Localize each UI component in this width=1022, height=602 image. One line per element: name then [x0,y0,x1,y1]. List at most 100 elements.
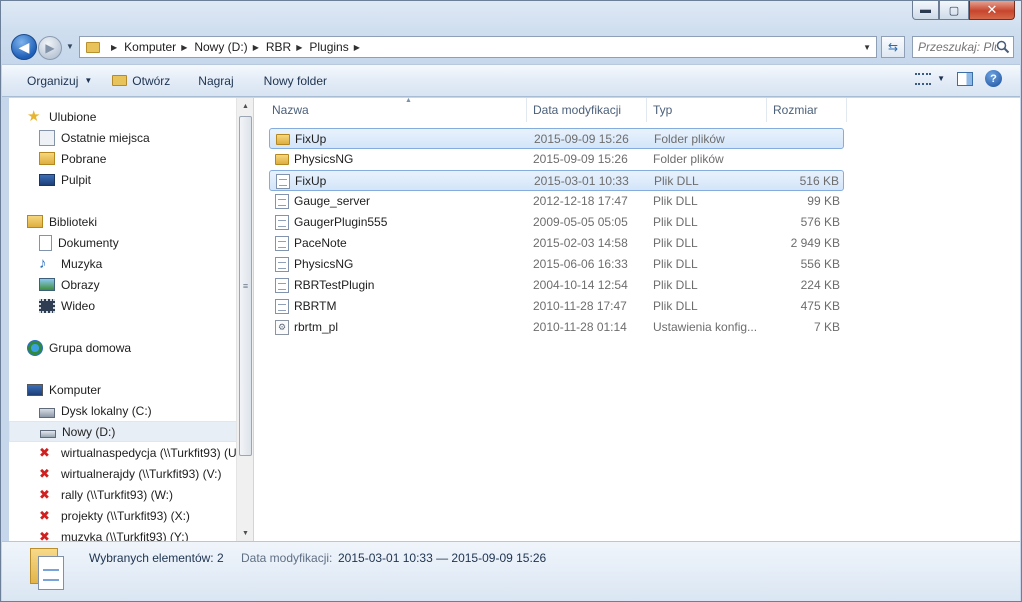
nav-desktop[interactable]: Pulpit [39,169,252,190]
file-date: 2015-09-09 15:26 [533,152,628,166]
column-header-name[interactable]: Nazwa ▲ [266,97,527,122]
back-button[interactable]: ◀ [11,34,37,60]
nav-pictures[interactable]: Obrazy [39,274,252,295]
recent-pages-dropdown[interactable]: ▼ [66,42,74,51]
star-icon: ★ [27,107,41,125]
nav-videos[interactable]: Wideo [39,295,252,316]
nav-network-drive-w[interactable]: ✖ rally (\\Turkfit93) (W:) [39,484,252,505]
search-icon [996,40,1010,54]
column-header-type[interactable]: Typ [647,98,767,122]
nav-drive-c[interactable]: Dysk lokalny (C:) [39,400,252,421]
nav-label: Dokumenty [58,235,119,250]
file-row[interactable]: Gauge_server 2012-12-18 17:47 Plik DLL 9… [269,191,844,212]
organize-button[interactable]: Organizuj ▼ [17,69,102,93]
open-label: Otwórz [132,73,171,88]
nav-network-drive-v[interactable]: ✖ wirtualnerajdy (\\Turkfit93) (V:) [39,463,252,484]
file-name: PaceNote [294,236,347,250]
nav-network-drive-u[interactable]: ✖ wirtualnaspedycja (\\Turkfit93) (U: [39,442,252,463]
file-name: GaugerPlugin555 [294,215,388,229]
file-row[interactable]: FixUp 2015-09-09 15:26 Folder plików [269,128,844,149]
videos-icon [39,298,55,313]
nav-documents[interactable]: Dokumenty [39,232,252,253]
breadcrumb-separator-icon[interactable]: ▶ [354,43,360,52]
forward-button[interactable]: ▶ [38,36,62,60]
disconnected-network-drive-icon: ✖ [39,486,50,502]
breadcrumb-label: Nowy (D:) [194,40,248,54]
file-name: RBRTestPlugin [294,278,375,292]
back-arrow-icon: ◀ [18,38,30,55]
nav-favorites[interactable]: ★ Ulubione [27,106,252,127]
file-row[interactable]: GaugerPlugin555 2009-05-05 05:05 Plik DL… [269,212,844,233]
file-type: Folder plików [653,152,724,166]
file-row[interactable]: PaceNote 2015-02-03 14:58 Plik DLL 2 949… [269,233,844,254]
breadcrumb-rbr[interactable]: RBR ▶ [266,40,310,54]
preview-pane-icon[interactable] [957,71,973,86]
nav-label: projekty (\\Turkfit93) (X:) [61,508,190,523]
scroll-down-icon[interactable]: ▼ [237,525,254,541]
breadcrumb-separator-icon[interactable]: ▶ [296,43,302,52]
nav-downloads[interactable]: Pobrane [39,148,252,169]
refresh-button[interactable]: ⇆ [881,36,905,58]
nav-label: Muzyka [61,256,103,271]
address-bar[interactable]: ▶ Komputer ▶ Nowy (D:) ▶ RBR ▶ Plugins ▶… [79,36,877,58]
breadcrumb-separator-icon[interactable]: ▶ [253,43,259,52]
minimize-button[interactable]: ▬ [912,1,939,20]
nav-network-drive-x[interactable]: ✖ projekty (\\Turkfit93) (X:) [39,505,252,526]
file-row[interactable]: RBRTM 2010-11-28 17:47 Plik DLL 475 KB [269,296,844,317]
file-row[interactable]: rbrtm_pl 2010-11-28 01:14 Ustawienia kon… [269,317,844,338]
nav-label: wirtualnerajdy (\\Turkfit93) (V:) [61,466,222,481]
breadcrumb-plugins[interactable]: Plugins ▶ [309,40,367,54]
breadcrumb-separator-icon[interactable]: ▶ [181,43,187,52]
file-size: 475 KB [800,299,840,313]
help-icon[interactable]: ? [985,70,1002,87]
music-icon: ♪ [39,254,47,272]
nav-network-drive-y[interactable]: ✖ muzyka (\\Turkfit93) (Y:) [39,526,252,542]
breadcrumb-computer[interactable]: Komputer ▶ [124,40,194,54]
disconnected-network-drive-icon: ✖ [39,465,50,481]
file-row[interactable]: PhysicsNG 2015-09-09 15:26 Folder plików [269,149,844,170]
file-size: 2 949 KB [790,236,840,250]
file-row[interactable]: RBRTestPlugin 2004-10-14 12:54 Plik DLL … [269,275,844,296]
navigation-scrollbar[interactable]: ▲ ≡ ▼ [236,98,253,541]
column-header-date[interactable]: Data modyfikacji [527,98,647,122]
change-view-icon[interactable] [915,72,932,85]
search-input[interactable] [918,40,998,54]
nav-computer[interactable]: Komputer [27,379,252,400]
search-box[interactable] [912,36,1014,58]
view-options-dropdown[interactable]: ▼ [937,74,945,83]
scroll-up-icon[interactable]: ▲ [237,98,254,114]
file-row[interactable]: PhysicsNG 2015-06-06 16:33 Plik DLL 556 … [269,254,844,275]
file-type: Plik DLL [653,194,698,208]
nav-recent-places[interactable]: Ostatnie miejsca [39,127,252,148]
disconnected-network-drive-icon: ✖ [39,444,50,460]
address-history-dropdown[interactable]: ▼ [863,43,871,52]
breadcrumb-drive-d[interactable]: Nowy (D:) ▶ [194,40,266,54]
nav-homegroup[interactable]: Grupa domowa [27,337,252,358]
dll-file-icon [275,236,289,251]
recent-places-icon [39,129,55,146]
burn-button[interactable]: Nagraj [188,69,243,93]
nav-drive-d[interactable]: Nowy (D:) [9,421,245,442]
close-button[interactable]: ✕ [969,1,1015,20]
scroll-thumb[interactable]: ≡ [239,116,252,456]
details-pane: Wybranych elementów: 2 Data modyfikacji:… [2,541,1020,601]
refresh-icon: ⇆ [887,40,899,54]
nav-music[interactable]: ♪ Muzyka [39,253,252,274]
nav-libraries[interactable]: Biblioteki [27,211,252,232]
burn-label: Nagraj [198,73,234,88]
nav-label: Pobrane [61,151,107,166]
breadcrumb-root-arrow[interactable]: ▶ [106,43,124,52]
nav-label: Obrazy [61,277,100,292]
date-modified-label: Data modyfikacji: [241,551,333,565]
new-folder-button[interactable]: Nowy folder [254,69,337,93]
maximize-button[interactable]: ▢ [939,1,969,20]
file-row[interactable]: FixUp 2015-03-01 10:33 Plik DLL 516 KB [269,170,844,191]
address-row: ◀ ▶ ▼ ▶ Komputer ▶ Nowy (D:) ▶ RBR ▶ Plu… [9,33,1015,61]
file-type: Plik DLL [653,299,698,313]
file-date: 2015-06-06 16:33 [533,257,628,271]
open-button[interactable]: Otwórz [102,69,180,93]
nav-label: Ulubione [49,109,97,124]
computer-icon [27,383,43,396]
column-header-size[interactable]: Rozmiar [767,98,847,122]
selection-count: Wybranych elementów: 2 [89,551,224,565]
